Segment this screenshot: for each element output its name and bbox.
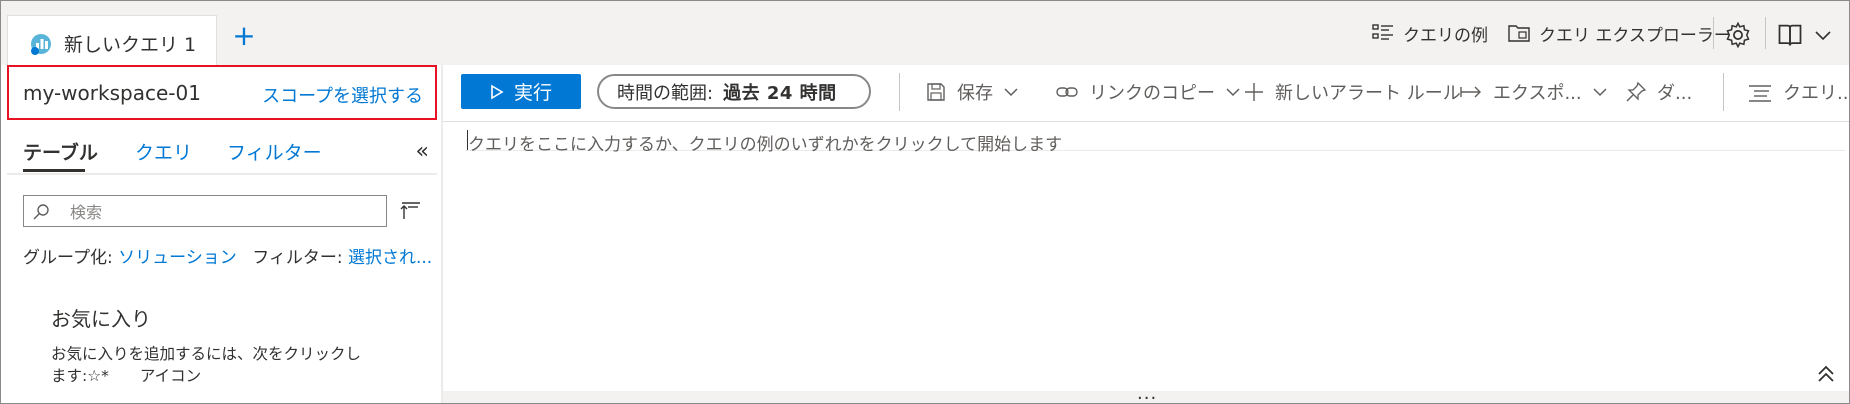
scope-selector: my-workspace-01 スコープを選択する [7,65,437,120]
filter-dropdown[interactable]: 選択され... [348,248,432,268]
pane-splitter-handle[interactable]: ... [1137,383,1157,403]
query-editor-window: 新しいクエリ 1 + クエリの例 クエリ エクスプローラー my-workspa… [0,0,1850,404]
format-lines-icon [1749,85,1771,102]
query-toolbar: 実行 時間の範囲: 過去 24 時間 保存 リンクのコピー 新しいアラート ルー… [443,65,1849,122]
chevron-down-icon [1226,88,1240,97]
sort-icon[interactable] [399,199,423,223]
query-explorer-button[interactable]: クエリ エクスプローラー [1507,17,1731,49]
log-analytics-icon [31,34,51,55]
schema-sidebar: my-workspace-01 スコープを選択する テーブル クエリ フィルター… [1,65,443,403]
select-scope-link[interactable]: スコープを選択する [262,82,423,108]
chevron-down-icon[interactable] [1813,25,1833,45]
toolbar-divider [1765,17,1766,49]
tab-tables[interactable]: テーブル [23,138,98,165]
toolbar-divider [899,73,900,111]
search-input[interactable] [68,200,382,224]
toolbar-divider [1723,73,1724,111]
save-button[interactable]: 保存 [925,77,1019,107]
editor-placeholder: クエリをここに入力するか、クエリの例のいずれかをクリックして開始します [468,135,1063,155]
filter-label: フィルター: [252,248,343,268]
tab-new-query-1[interactable]: 新しいクエリ 1 [7,15,217,66]
run-button[interactable]: 実行 [461,74,581,109]
list-icon [1372,24,1393,40]
active-tab-indicator [23,169,85,172]
export-label: エクスポ... [1493,83,1582,104]
favorites-description: お気に入りを追加するには、次をクリックし ます:☆* アイコン [51,345,362,385]
group-by-label: グループ化: [23,248,113,268]
copy-link-label: リンクのコピー [1089,83,1215,104]
query-explorer-label: クエリ エクスプローラー [1539,25,1731,46]
new-alert-rule-label: 新しいアラート ルール [1275,83,1461,104]
pin-icon [1626,81,1647,102]
tab-strip: 新しいクエリ 1 + クエリの例 クエリ エクスプローラー [1,1,1849,66]
export-arrow-icon [1460,86,1481,98]
new-alert-rule-button[interactable]: 新しいアラート ルール [1243,77,1461,107]
gear-icon[interactable] [1724,21,1752,49]
query-examples-button[interactable]: クエリの例 [1371,17,1488,49]
add-tab-button[interactable]: + [229,21,259,51]
book-icon[interactable] [1776,21,1804,49]
export-button[interactable]: エクスポ... [1459,77,1608,107]
search-icon [33,204,49,220]
favorites-heading: お気に入り [51,307,151,331]
pin-label: ダ... [1657,83,1693,104]
save-icon [927,83,945,101]
time-range-picker[interactable]: 時間の範囲: 過去 24 時間 [597,74,871,109]
chevron-down-icon [1004,88,1018,97]
tab-title: 新しいクエリ 1 [64,34,197,56]
plus-icon [1245,83,1263,101]
tab-queries[interactable]: クエリ [135,138,192,165]
copy-link-button[interactable]: リンクのコピー [1055,77,1241,107]
folder-icon [1508,25,1530,42]
toolbar-divider [1713,17,1714,49]
grouping-row: グループ化: ソリューション フィルター: 選択され... [23,243,432,268]
collapse-sidebar-button[interactable]: « [416,139,429,164]
run-label: 実行 [513,82,552,104]
time-range-value: 過去 24 時間 [723,82,837,104]
query-editor[interactable]: クエリをここに入力するか、クエリの例のいずれかをクリックして開始します [443,122,1849,392]
play-icon [491,84,504,99]
group-by-dropdown[interactable]: ソリューション [118,248,237,268]
time-range-label: 時間の範囲: [617,82,714,104]
format-query-button[interactable]: クエリ... [1747,77,1850,107]
workspace-name: my-workspace-01 [23,81,201,105]
tab-filter[interactable]: フィルター [227,138,322,165]
double-chevron-up-icon[interactable] [1815,363,1837,385]
save-label: 保存 [957,83,993,104]
format-query-label: クエリ... [1783,83,1850,104]
sidebar-tabs: テーブル クエリ フィルター « [7,129,437,175]
chevron-down-icon [1593,88,1607,97]
link-icon [1056,87,1078,97]
query-examples-label: クエリの例 [1403,25,1488,46]
search-box[interactable] [23,195,387,227]
pin-to-dashboard-button[interactable]: ダ... [1625,77,1692,107]
